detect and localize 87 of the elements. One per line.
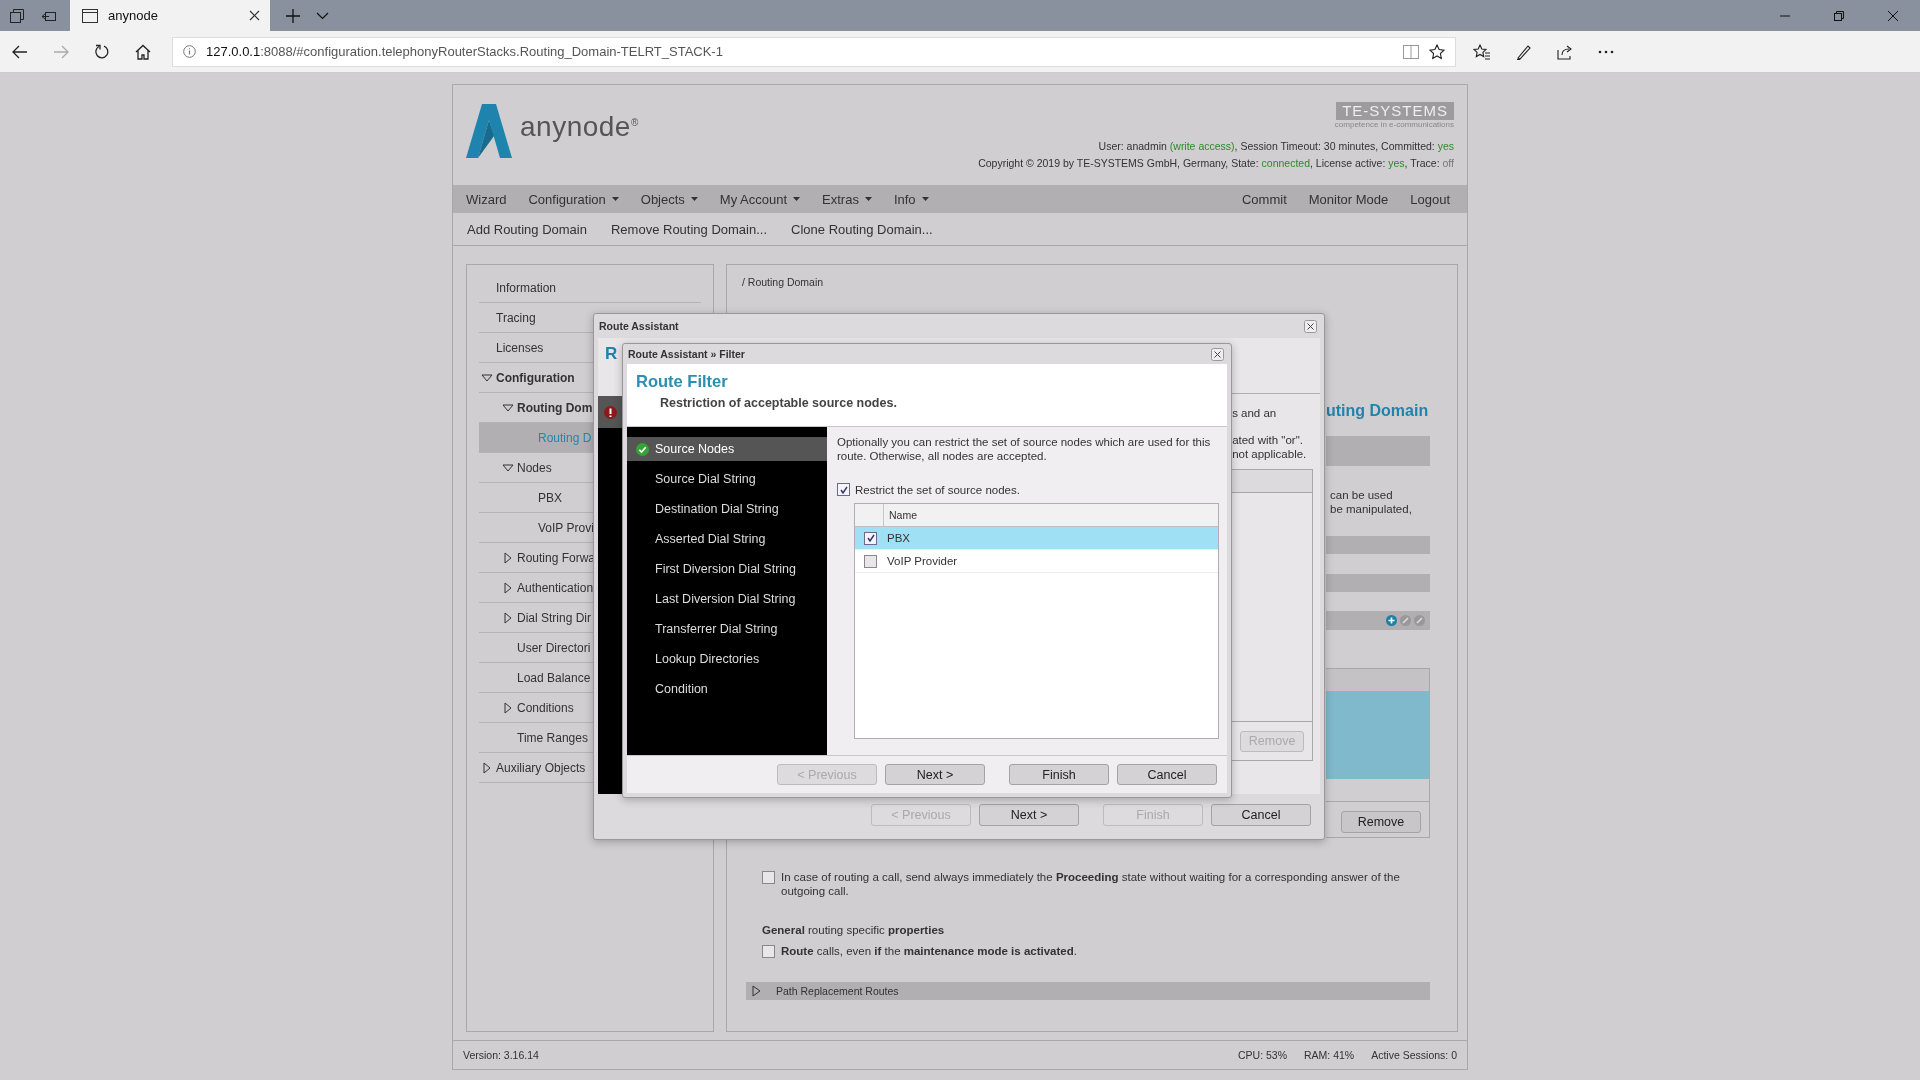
description-text: ated with "or". [1232, 433, 1303, 447]
page-icon [82, 8, 98, 23]
version-text: Version: 3.16.14 [463, 1048, 539, 1061]
logo-icon [466, 104, 512, 158]
brand-logo: TE-SYSTEMS [1336, 102, 1454, 120]
menu-item[interactable]: Logout [1399, 191, 1465, 207]
tabs-icon[interactable] [9, 7, 25, 24]
close-icon[interactable] [1211, 347, 1224, 361]
dialog-button[interactable]: Next > [979, 803, 1079, 826]
info-icon[interactable] [183, 45, 196, 58]
status-line: Copyright © 2019 by TE-SYSTEMS GmbH, Germany, State: connected, License active: yes, Trace: off [978, 156, 1454, 171]
description-text: not applicable. [1232, 447, 1307, 461]
node-name: VoIP Provider [887, 555, 958, 567]
logo-text: anynode$^{®}$ [520, 111, 639, 143]
pen-icon[interactable] [1516, 43, 1532, 60]
toolbar-link[interactable]: Clone Routing Domain... [779, 221, 945, 237]
close-icon[interactable] [1887, 9, 1899, 22]
checkbox[interactable] [837, 483, 850, 496]
back-icon[interactable] [12, 44, 28, 59]
wizard-step[interactable]: Source Nodes [627, 437, 827, 461]
list-row[interactable]: VoIP Provider [855, 550, 1218, 573]
toolbar-link[interactable]: Add Routing Domain [455, 221, 599, 237]
address-field[interactable]: 127.0.0.1:8088/#configuration.telephonyRouterStacks.Routing_Domain-TELRT_STACK-1 [172, 36, 1456, 67]
cpu-text: CPU: 53% [1238, 1048, 1287, 1061]
triangle-icon [752, 985, 762, 997]
checkbox[interactable] [864, 554, 877, 568]
description-text: Optionally you can restrict the set of source nodes which are used for this route. Otherwise, all nodes are accepted. [837, 435, 1212, 463]
description-text: s and an [1232, 406, 1277, 420]
checkbox[interactable] [762, 945, 775, 958]
triangle-icon[interactable] [502, 551, 514, 564]
section-heading: uting Domain [1326, 402, 1429, 420]
refresh-icon[interactable] [94, 43, 110, 60]
menu-item[interactable]: Info [882, 191, 940, 207]
collapsible-section[interactable]: Path Replacement Routes [746, 982, 1430, 1000]
close-icon[interactable] [1304, 319, 1317, 333]
triangle-icon[interactable] [502, 701, 514, 714]
brand-tagline: competence in e-communications [1334, 120, 1454, 129]
star-icon[interactable] [1429, 43, 1445, 60]
triangle-icon[interactable] [481, 761, 493, 774]
menu-item[interactable]: Objects [629, 191, 709, 207]
triangle-icon[interactable] [502, 461, 514, 474]
triangle-icon[interactable] [481, 371, 493, 384]
favorites-icon[interactable] [1473, 43, 1491, 60]
browser-tab[interactable]: anynode [70, 0, 270, 31]
list-row[interactable]: PBX [855, 527, 1218, 550]
chevron-down-icon[interactable] [316, 11, 329, 20]
reading-view-icon[interactable] [1403, 44, 1419, 59]
checkbox-label: Restrict the set of source nodes. [855, 483, 1020, 496]
dialog-button[interactable]: Finish [1009, 764, 1109, 785]
triangle-icon[interactable] [502, 581, 514, 594]
option-label: Route calls, even if the maintenance mode is activated. [781, 944, 1078, 958]
home-icon[interactable] [135, 43, 151, 60]
menu-item[interactable]: Commit [1230, 191, 1298, 207]
error-icon [604, 405, 617, 419]
checkbox[interactable] [762, 871, 775, 884]
menu-item[interactable]: My Account [708, 191, 812, 207]
description-text: can be used [1330, 488, 1393, 502]
toolbar-link[interactable]: Remove Routing Domain... [598, 221, 780, 237]
dialog-button[interactable]: Next > [885, 764, 985, 785]
menu-item[interactable]: Configuration [517, 191, 630, 207]
dialog-button[interactable]: Cancel [1211, 803, 1311, 826]
status-line: User: anadmin (write access), Session Timeout: 30 minutes, Committed: yes [1098, 139, 1454, 154]
option-label: In case of routing a call, send always immediately the Proceeding state without waiting for a corresponding answer of the outgoing call. [781, 870, 1401, 898]
restore-icon[interactable] [1833, 9, 1845, 22]
check-icon [636, 442, 649, 456]
sessions-text: Active Sessions: 0 [1371, 1048, 1457, 1061]
close-icon[interactable] [249, 10, 260, 21]
description-text: be manipulated, [1330, 502, 1412, 516]
add-icon[interactable] [1386, 615, 1397, 626]
breadcrumb: / Routing Domain [742, 276, 824, 288]
dialog-heading: R [605, 344, 618, 363]
new-tab-icon[interactable] [286, 8, 300, 23]
remove-button[interactable]: Remove [1341, 811, 1421, 833]
triangle-icon[interactable] [502, 611, 514, 624]
menu-item[interactable]: Wizard [455, 191, 518, 207]
ram-text: RAM: 41% [1304, 1048, 1355, 1061]
menu-item[interactable]: Monitor Mode [1297, 191, 1400, 207]
node-name: PBX [887, 532, 910, 544]
share-icon[interactable] [1557, 43, 1573, 60]
dialog-title: Route Assistant [599, 320, 679, 332]
menu-item[interactable]: Extras [811, 191, 883, 207]
group-heading: General routing specific properties [762, 924, 945, 936]
more-icon[interactable] [1598, 49, 1614, 54]
triangle-icon[interactable] [502, 401, 514, 414]
dialog-button[interactable]: Cancel [1117, 764, 1217, 785]
checkbox[interactable] [864, 531, 877, 545]
sidebar-item[interactable]: Information [479, 273, 701, 303]
